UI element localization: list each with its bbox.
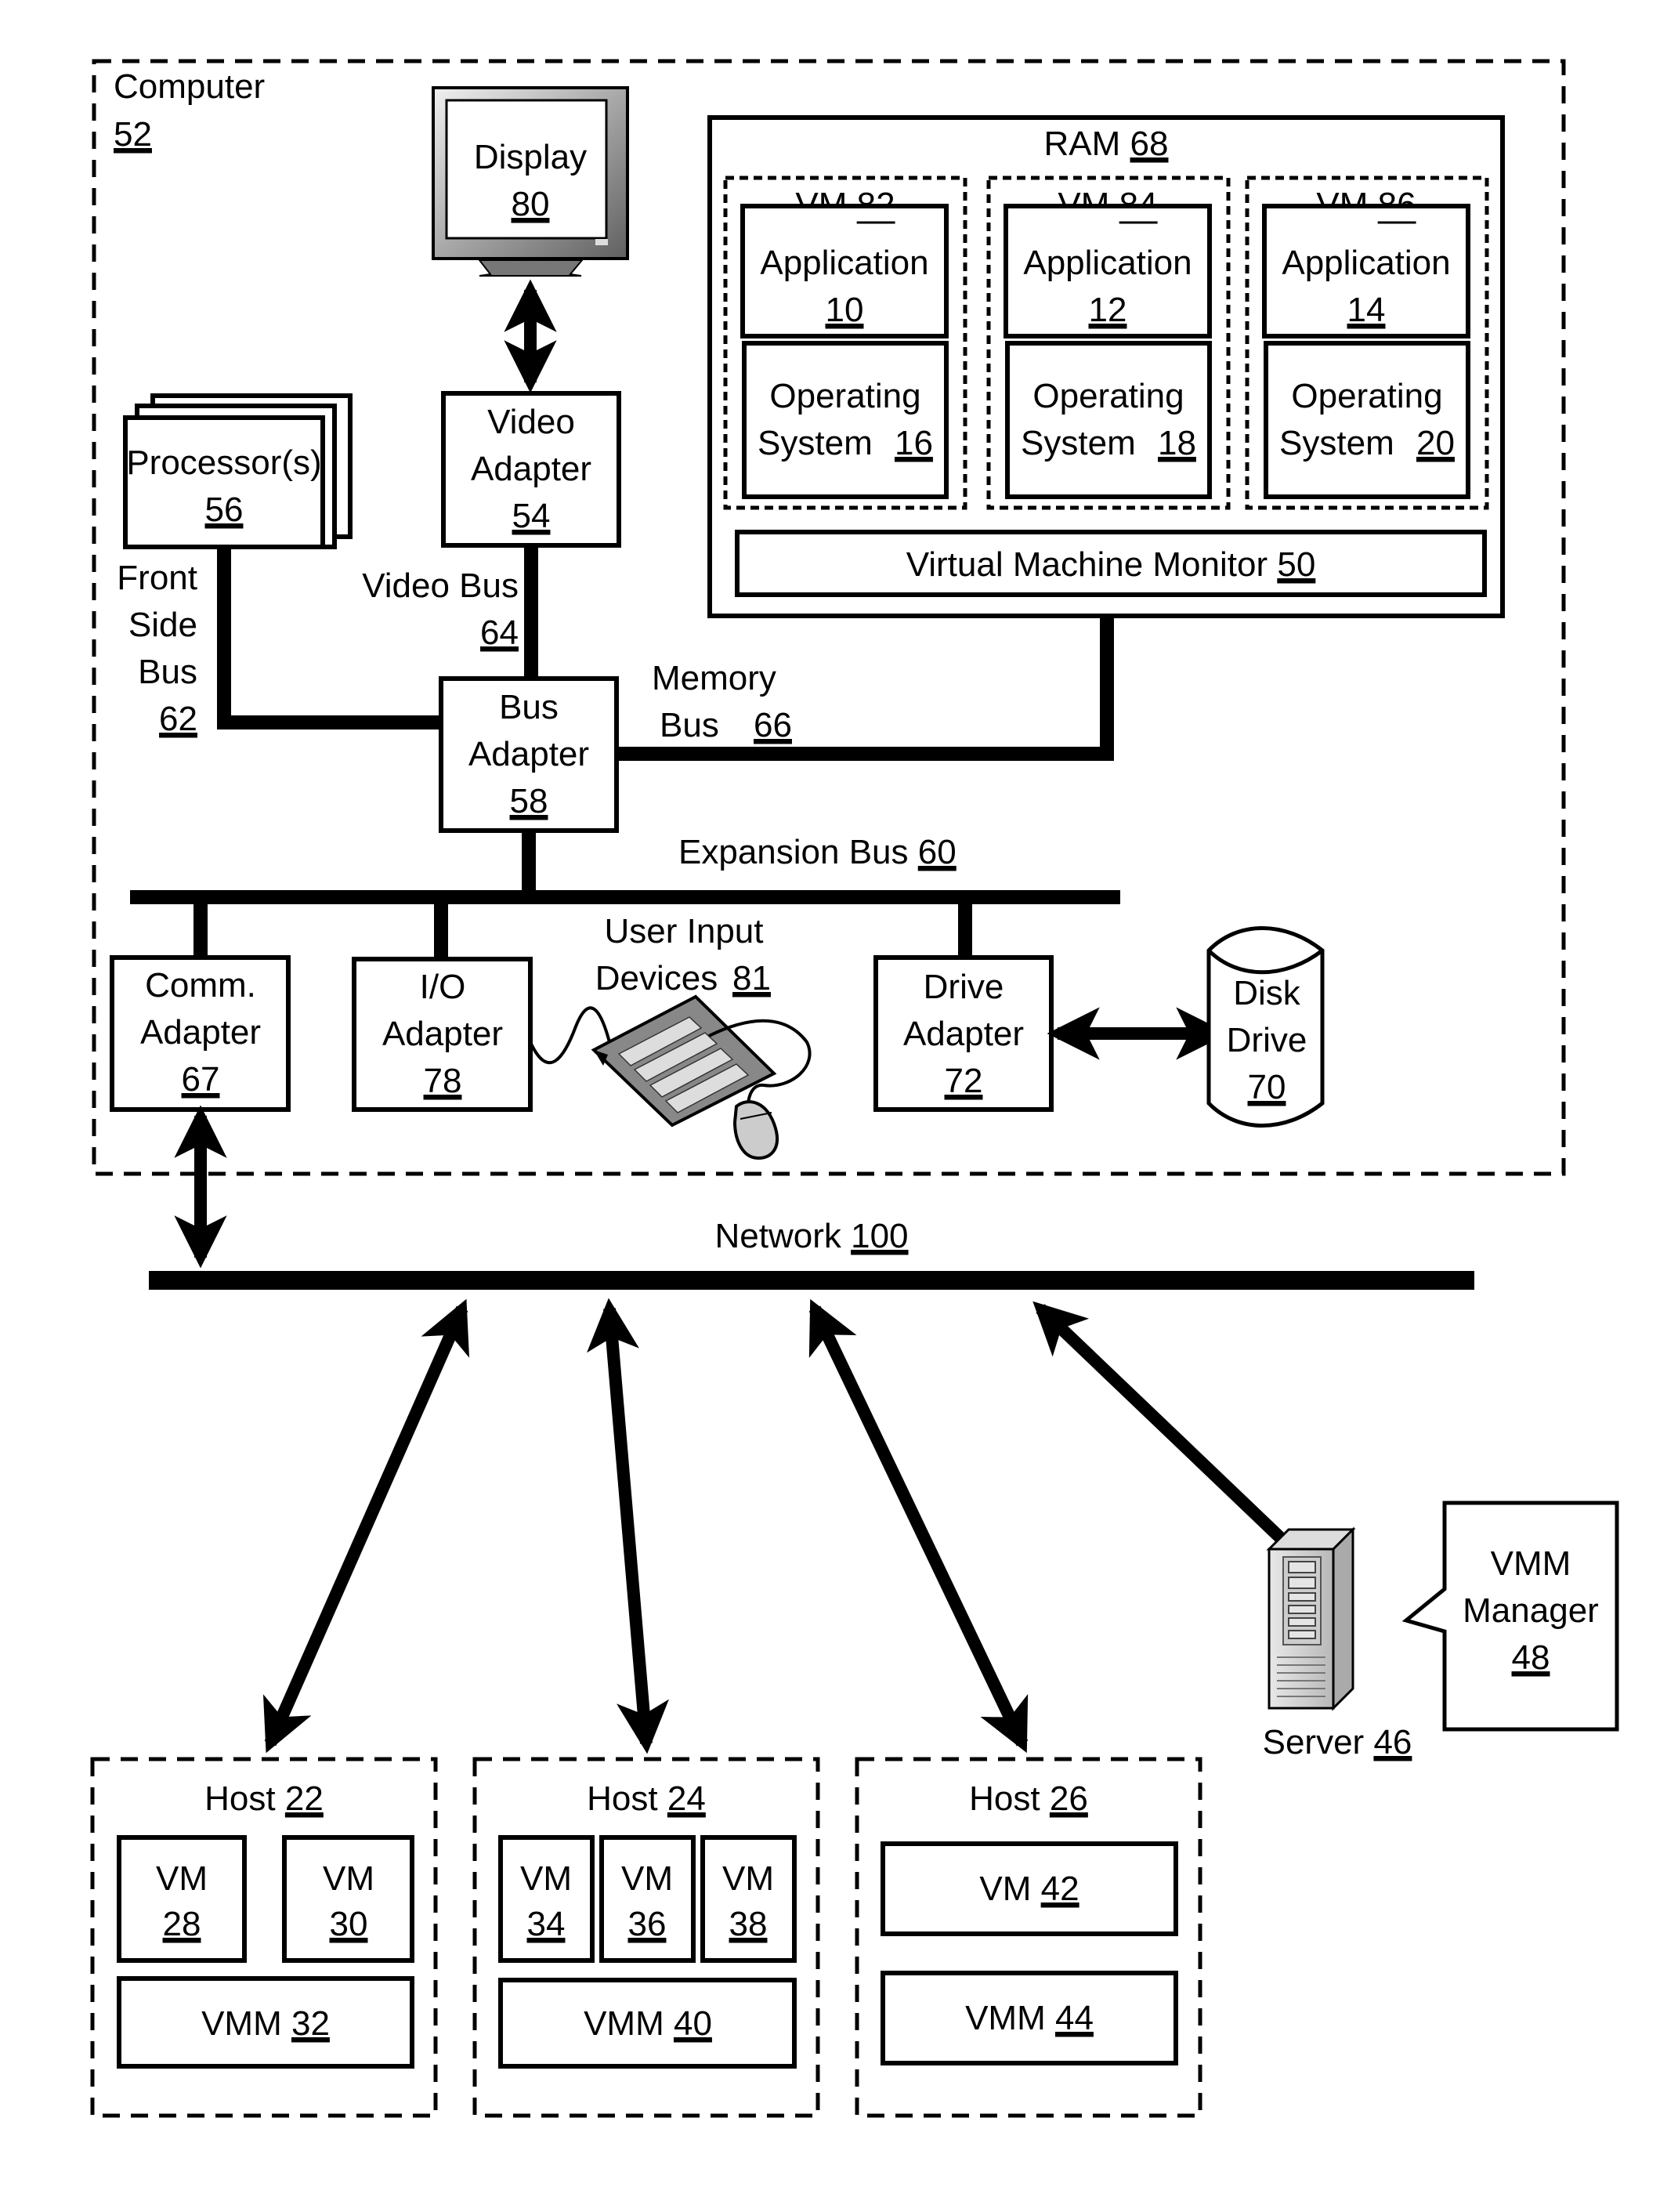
os-line1: Operating [1291,377,1442,415]
drive-adapter-ref: 72 [945,1062,983,1100]
comm-adapter-line2: Adapter [140,1013,261,1052]
vm-86[interactable]: VM 86 Application 14 Operating System 20 [1245,176,1489,510]
os-line1: Operating [769,377,920,415]
svg-text:Virtual Machine Monitor 50: Virtual Machine Monitor 50 [906,545,1316,584]
vm-82[interactable]: VM 82 Application 10 Operating System 16 [723,176,967,510]
server-label: Server 46 [1263,1723,1412,1761]
io-adapter-line2: Adapter [382,1015,503,1053]
disk-drive-ref: 70 [1248,1068,1286,1106]
processor-label: Processor(s) [126,443,321,482]
svg-text:VMM 44: VMM 44 [965,1999,1094,2037]
svg-text:System 20: System 20 [1279,424,1455,462]
network-label: Network 100 [714,1217,908,1255]
os-18-box[interactable] [1005,341,1212,499]
video-adapter-line2: Adapter [471,450,591,488]
vm-label: VM [621,1859,673,1898]
vm-ref: 30 [330,1905,368,1943]
host-24: Host 24 VM 34 VM 36 VM 38 VMM 40 [472,1757,820,2118]
fsb-line1: Front [117,559,197,597]
vm-ref: 34 [527,1905,566,1943]
vm-label: VM [520,1859,572,1898]
vm-ref: 36 [628,1905,667,1943]
io-adapter-line1: I/O [420,968,466,1006]
disk-drive-cylinder[interactable]: Disk Drive 70 [1206,926,1325,1128]
host-22: Host 22 VM 28 VM 30 VMM 32 [90,1757,438,2118]
vm-ref: 28 [163,1905,201,1943]
drive-adapter-line2: Adapter [903,1015,1024,1053]
svg-text:VM 42: VM 42 [979,1870,1079,1908]
power-led-icon [595,239,608,245]
display-label: Display [474,138,587,176]
video-adapter-ref: 54 [512,497,551,535]
svg-text:VMM 32: VMM 32 [201,2004,330,2043]
vmm-manager-line1: VMM [1491,1544,1571,1583]
app-label: Application [1023,244,1192,282]
io-adapter-ref: 78 [424,1062,462,1100]
memory-bus-ref: 66 [754,706,792,744]
bus-adapter-line1: Bus [499,688,559,726]
app-label: Application [1282,244,1450,282]
server-tower-icon[interactable] [1266,1526,1356,1711]
host-26: Host 26 VM 42 VMM 44 [855,1757,1202,2118]
fsb-line3: Bus [138,653,197,691]
video-bus-ref: 64 [480,614,519,652]
memory-bus-line2: Bus [660,706,719,744]
drive-adapter-line1: Drive [924,968,1004,1006]
network-host24-arrow [587,1298,669,1754]
fsb-ref: 62 [159,700,197,738]
virtual-machine-monitor-box[interactable]: Virtual Machine Monitor 50 [735,530,1487,597]
display-monitor[interactable]: Display 80 [432,86,629,277]
svg-text:VMM 40: VMM 40 [584,2004,712,2043]
comm-adapter-ref: 67 [182,1060,220,1099]
vmm-manager-line2: Manager [1463,1591,1599,1630]
disk-drive-line2: Drive [1227,1021,1307,1059]
vmm-manager-ref: 48 [1512,1638,1550,1677]
svg-text:Host 26: Host 26 [969,1779,1088,1818]
processor-ref: 56 [205,491,244,529]
disk-drive-line1: Disk [1233,974,1301,1012]
processor-box[interactable]: Processor(s) 56 [123,393,353,549]
vm-ref: 38 [729,1905,768,1943]
network-host22-arrow [262,1298,470,1754]
app-ref: 12 [1089,291,1127,329]
app-ref: 10 [826,291,864,329]
drive-adapter-box[interactable]: Drive Adapter 72 [873,955,1054,1112]
vm-label: VM [722,1859,774,1898]
system-diagram: Computer 52 Display 80 Processor(s) 56 V… [90,59,1619,2118]
vm-84[interactable]: VM 84 Application 12 Operating System 18 [986,176,1231,510]
network-host26-arrow [808,1298,1029,1754]
bus-adapter-line2: Adapter [468,735,589,773]
os-16-box[interactable] [742,341,949,499]
vm-label: VM [323,1859,374,1898]
bus-adapter-box[interactable]: Bus Adapter 58 [439,676,619,833]
user-input-ref: 81 [732,959,771,997]
os-line1: Operating [1032,377,1184,415]
video-bus-label: Video Bus [362,567,519,605]
os-20-box[interactable] [1264,341,1470,499]
svg-text:System 18: System 18 [1021,424,1196,462]
computer-label: Computer [114,67,265,106]
vm-label: VM [156,1859,208,1898]
app-ref: 14 [1347,291,1386,329]
svg-text:Host 24: Host 24 [587,1779,706,1818]
app-label: Application [760,244,928,282]
ram-label: RAM 68 [1044,125,1169,163]
user-input-line2: Devices [595,959,718,997]
svg-text:Host 22: Host 22 [204,1779,324,1818]
expansion-bus-label: Expansion Bus 60 [678,833,957,871]
display-ref: 80 [512,185,550,223]
comm-adapter-box[interactable]: Comm. Adapter 67 [110,955,291,1112]
memory-bus-line1: Memory [652,659,776,697]
video-adapter-line1: Video [487,403,575,441]
comm-adapter-line1: Comm. [145,966,256,1005]
vmm-manager-callout[interactable]: VMM Manager 48 [1401,1501,1619,1732]
fsb-line2: Side [128,606,197,644]
io-adapter-box[interactable]: I/O Adapter 78 [352,957,533,1112]
computer-ref: 52 [114,115,152,154]
user-input-line1: User Input [605,912,764,950]
svg-text:System 16: System 16 [758,424,933,462]
bus-adapter-ref: 58 [510,782,548,820]
video-adapter-box[interactable]: Video Adapter 54 [441,391,621,548]
